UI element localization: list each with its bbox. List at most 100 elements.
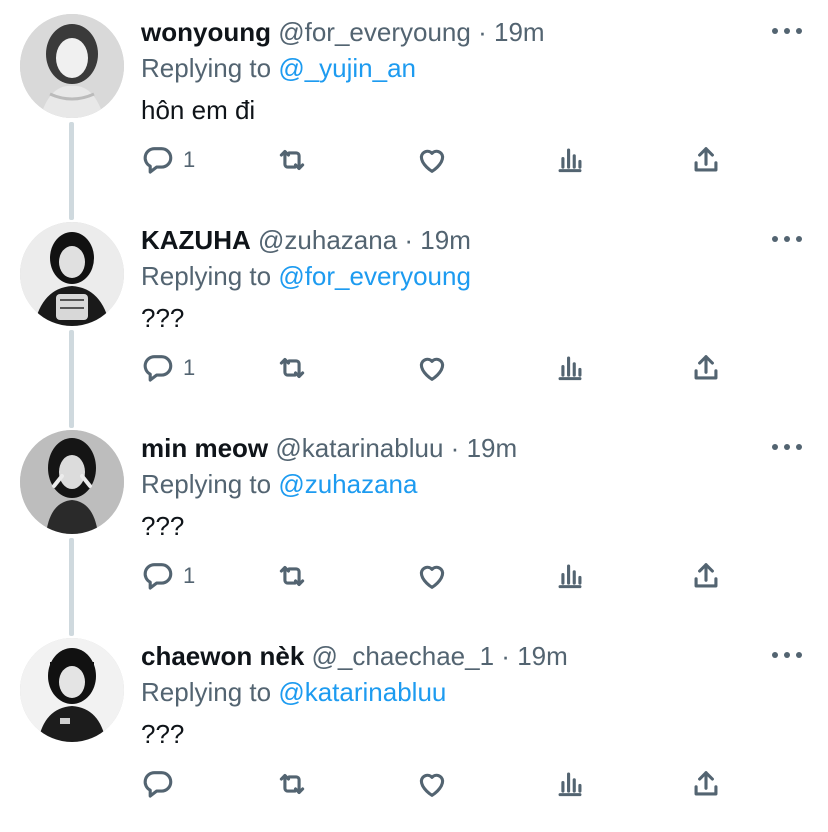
separator: · bbox=[478, 17, 487, 47]
handle[interactable]: @_chaechae_1 bbox=[312, 641, 495, 671]
like-icon bbox=[419, 565, 445, 589]
reply-button[interactable]: 1 bbox=[141, 138, 195, 182]
more-options-icon[interactable] bbox=[772, 648, 802, 662]
analytics-icon bbox=[558, 564, 582, 589]
timestamp[interactable]: 19m bbox=[494, 17, 545, 47]
like-icon bbox=[419, 149, 445, 173]
share-button[interactable] bbox=[689, 138, 723, 182]
replying-to: Replying to @_yujin_an bbox=[141, 50, 808, 86]
avatar[interactable] bbox=[20, 14, 124, 118]
analytics-button[interactable] bbox=[553, 554, 587, 598]
tweet-header: chaewon nèk @_chaechae_1 · 19m bbox=[141, 638, 808, 674]
retweet-button[interactable] bbox=[275, 762, 309, 806]
reply-button[interactable]: 1 bbox=[141, 346, 195, 390]
analytics-button[interactable] bbox=[553, 138, 587, 182]
tweet[interactable]: wonyoung @for_everyoung · 19m Replying t… bbox=[0, 0, 828, 220]
replying-label: Replying to bbox=[141, 677, 272, 707]
separator: · bbox=[450, 433, 460, 463]
tweet-content: wonyoung @for_everyoung · 19m Replying t… bbox=[141, 14, 808, 128]
tweet-content: chaewon nèk @_chaechae_1 · 19m Replying … bbox=[141, 638, 808, 752]
reply-icon bbox=[143, 771, 173, 798]
replying-label: Replying to bbox=[141, 469, 272, 499]
reply-button[interactable]: 1 bbox=[141, 554, 195, 598]
separator: · bbox=[501, 641, 510, 671]
more-options-icon[interactable] bbox=[772, 440, 802, 454]
handle[interactable]: @zuhazana bbox=[258, 225, 397, 255]
avatar[interactable] bbox=[20, 430, 124, 534]
reply-count: 1 bbox=[183, 147, 196, 172]
reply-button[interactable] bbox=[141, 762, 183, 806]
display-name[interactable]: wonyoung bbox=[141, 17, 271, 47]
thread-connector bbox=[69, 538, 74, 636]
timestamp[interactable]: 19m bbox=[517, 641, 568, 671]
retweet-icon bbox=[279, 565, 305, 587]
avatar[interactable] bbox=[20, 222, 124, 326]
tweet[interactable]: chaewon nèk @_chaechae_1 · 19m Replying … bbox=[0, 624, 828, 832]
display-name[interactable]: min meow bbox=[141, 433, 268, 463]
avatar-image bbox=[20, 14, 124, 118]
analytics-button[interactable] bbox=[553, 346, 587, 390]
tweet-text: ??? bbox=[141, 719, 185, 749]
avatar-image bbox=[20, 638, 124, 742]
retweet-button[interactable] bbox=[275, 346, 309, 390]
share-button[interactable] bbox=[689, 554, 723, 598]
tweet[interactable]: KAZUHA @zuhazana · 19m Replying to @for_… bbox=[0, 208, 828, 428]
timestamp[interactable]: 19m bbox=[467, 433, 518, 463]
action-bar bbox=[141, 762, 741, 806]
mention-link[interactable]: @katarinabluu bbox=[278, 677, 446, 707]
reply-thread: wonyoung @for_everyoung · 19m Replying t… bbox=[0, 0, 828, 824]
handle[interactable]: @for_everyoung bbox=[278, 17, 471, 47]
action-bar: 1 bbox=[141, 138, 741, 182]
tweet-text: ??? bbox=[141, 303, 185, 333]
reply-icon bbox=[143, 355, 173, 382]
replying-to: Replying to @for_everyoung bbox=[141, 258, 808, 294]
handle[interactable]: @katarinabluu bbox=[275, 433, 443, 463]
action-bar: 1 bbox=[141, 554, 741, 598]
tweet[interactable]: min meow @katarinabluu · 19m Replying to… bbox=[0, 416, 828, 636]
more-options-icon[interactable] bbox=[772, 232, 802, 246]
share-icon bbox=[694, 355, 718, 380]
reply-count: 1 bbox=[183, 563, 196, 588]
mention-link[interactable]: @for_everyoung bbox=[278, 261, 471, 291]
avatar-image bbox=[20, 222, 124, 326]
display-name[interactable]: chaewon nèk bbox=[141, 641, 304, 671]
analytics-button[interactable] bbox=[553, 762, 587, 806]
reply-count: 1 bbox=[183, 355, 196, 380]
retweet-icon bbox=[279, 773, 305, 795]
display-name[interactable]: KAZUHA bbox=[141, 225, 251, 255]
tweet-text: hôn em đi bbox=[141, 95, 256, 125]
reply-icon bbox=[143, 147, 173, 174]
like-icon bbox=[419, 357, 445, 381]
tweet-header: min meow @katarinabluu · 19m bbox=[141, 430, 808, 466]
like-button[interactable] bbox=[415, 138, 449, 182]
replying-label: Replying to bbox=[141, 261, 272, 291]
separator: · bbox=[404, 225, 414, 255]
replying-label: Replying to bbox=[141, 53, 272, 83]
share-button[interactable] bbox=[689, 762, 723, 806]
thread-connector bbox=[69, 330, 74, 428]
tweet-header: KAZUHA @zuhazana · 19m bbox=[141, 222, 808, 258]
share-icon bbox=[694, 771, 718, 796]
mention-link[interactable]: @zuhazana bbox=[278, 469, 417, 499]
reply-icon bbox=[143, 563, 173, 590]
mention-link[interactable]: @_yujin_an bbox=[278, 53, 416, 83]
like-button[interactable] bbox=[415, 346, 449, 390]
share-button[interactable] bbox=[689, 346, 723, 390]
avatar-image bbox=[20, 430, 124, 534]
retweet-icon bbox=[279, 357, 305, 379]
like-button[interactable] bbox=[415, 762, 449, 806]
share-icon bbox=[694, 147, 718, 172]
like-icon bbox=[419, 773, 445, 797]
like-button[interactable] bbox=[415, 554, 449, 598]
retweet-icon bbox=[279, 149, 305, 171]
avatar[interactable] bbox=[20, 638, 124, 742]
replying-to: Replying to @zuhazana bbox=[141, 466, 808, 502]
timestamp[interactable]: 19m bbox=[420, 225, 471, 255]
retweet-button[interactable] bbox=[275, 554, 309, 598]
analytics-icon bbox=[558, 148, 582, 173]
retweet-button[interactable] bbox=[275, 138, 309, 182]
tweet-header: wonyoung @for_everyoung · 19m bbox=[141, 14, 808, 50]
action-bar: 1 bbox=[141, 346, 741, 390]
share-icon bbox=[694, 563, 718, 588]
more-options-icon[interactable] bbox=[772, 24, 802, 38]
